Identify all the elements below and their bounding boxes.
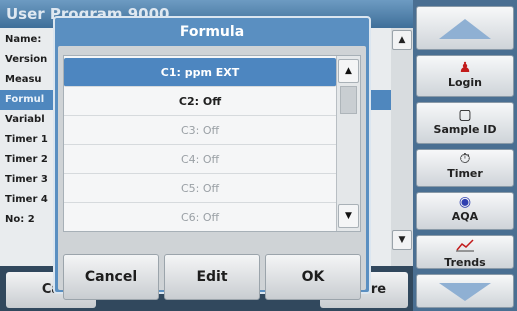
sample-id-label: Sample ID — [433, 123, 497, 136]
aqa-label: AQA — [451, 210, 479, 223]
formula-scrollbar[interactable]: ▲ ▼ — [336, 56, 360, 231]
formula-item-c6[interactable]: C6: Off — [64, 203, 336, 232]
aqa-icon: ◉ — [458, 194, 472, 210]
dialog-body: C1: ppm EXT C2: Off C3: Off C4: Off C5: … — [58, 46, 366, 300]
formula-item-c5[interactable]: C5: Off — [64, 174, 336, 203]
formula-item-c1[interactable]: C1: ppm EXT — [64, 58, 336, 87]
edit-button[interactable]: Edit — [164, 254, 260, 300]
scroll-up-button[interactable]: ▲ — [392, 30, 412, 50]
scroll-down-button[interactable]: ▼ — [338, 204, 359, 228]
scroll-thumb[interactable] — [340, 86, 357, 114]
sidebar-down-button[interactable] — [416, 274, 514, 308]
dialog-title: Formula — [179, 24, 245, 40]
formula-dialog: Formula C1: ppm EXT C2: Off C3: Off C4: … — [53, 16, 371, 300]
sample-id-button[interactable]: ▢ Sample ID — [416, 102, 514, 144]
person-icon: ♟ — [458, 60, 472, 76]
trend-chart-icon — [456, 239, 474, 252]
cancel-button[interactable]: Cancel — [63, 254, 159, 300]
trends-button[interactable]: Trends — [416, 235, 514, 269]
background-scrollbar[interactable]: ▲ ▼ — [391, 28, 413, 266]
formula-item-c3[interactable]: C3: Off — [64, 116, 336, 145]
sample-bottle-icon: ▢ — [458, 107, 472, 123]
timer-icon: ⏱ — [459, 151, 471, 167]
formula-item-c2[interactable]: C2: Off — [64, 87, 336, 116]
up-arrow-icon — [439, 19, 491, 39]
formula-list: C1: ppm EXT C2: Off C3: Off C4: Off C5: … — [63, 55, 361, 232]
ok-button[interactable]: OK — [265, 254, 361, 300]
trends-label: Trends — [444, 256, 486, 269]
scroll-up-button[interactable]: ▲ — [338, 59, 359, 83]
login-button[interactable]: ♟ Login — [416, 55, 514, 97]
login-label: Login — [447, 76, 483, 89]
sidebar-up-button[interactable] — [416, 6, 514, 50]
scroll-down-button[interactable]: ▼ — [392, 230, 412, 250]
formula-item-c4[interactable]: C4: Off — [64, 145, 336, 174]
timer-label: Timer — [447, 167, 483, 180]
aqa-button[interactable]: ◉ AQA — [416, 192, 514, 230]
timer-button[interactable]: ⏱ Timer — [416, 149, 514, 187]
down-arrow-icon — [439, 283, 491, 301]
sidebar: ♟ Login ▢ Sample ID ⏱ Timer ◉ AQA Trends — [413, 0, 517, 311]
